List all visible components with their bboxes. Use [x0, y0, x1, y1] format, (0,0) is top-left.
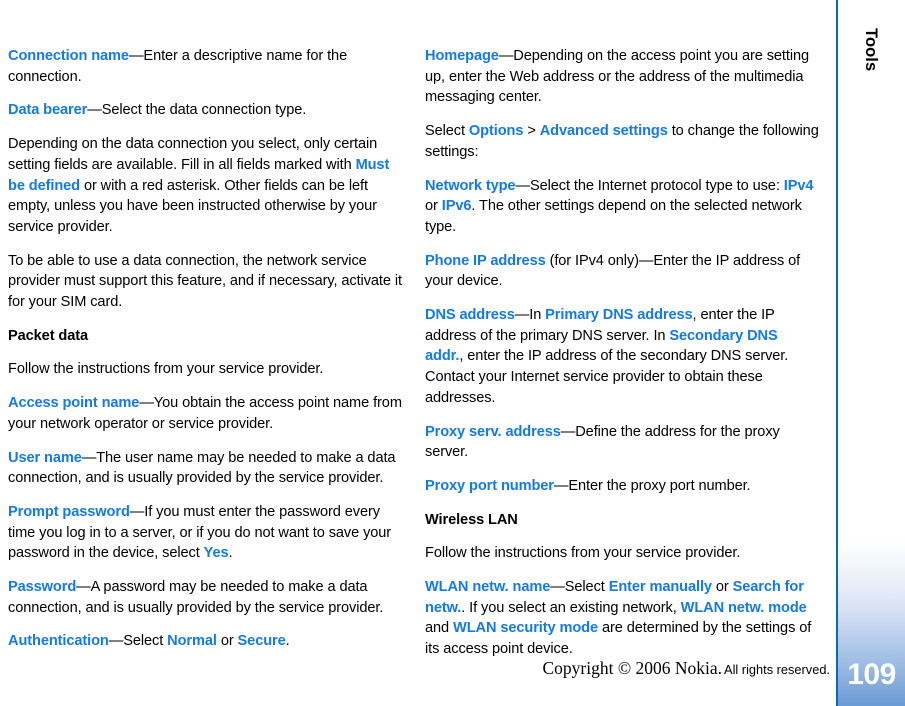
- heading-packet-data: Packet data: [8, 327, 89, 344]
- ui-term-reference: Advanced settings: [539, 123, 668, 140]
- paragraph-network-type: Network type—Select the Internet protoco…: [425, 177, 814, 235]
- ui-term-reference: User name: [8, 449, 82, 466]
- ui-term-reference: Proxy port number: [425, 477, 554, 494]
- ui-term-reference: Secondary DNS addr.: [425, 327, 778, 365]
- manual-page: Connection name—Enter a descriptive name…: [0, 0, 905, 706]
- paragraph-follow-instructions-wlan: Follow the instructions from your servic…: [425, 545, 741, 562]
- paragraph-access-point-name: Access point name—You obtain the access …: [8, 395, 402, 432]
- ui-term-reference: Password: [8, 579, 77, 596]
- ui-term-reference: Prompt password: [8, 503, 130, 520]
- ui-term-reference: Must be defined: [8, 156, 390, 194]
- paragraph-select-options-advanced-settings: Select Options > Advanced settings to ch…: [425, 123, 819, 160]
- ui-term-reference: Secure: [237, 633, 286, 650]
- page-number: 109: [847, 658, 896, 691]
- text-column-left: Connection name—Enter a descriptive name…: [8, 46, 402, 652]
- copyright-notice: Copyright © 2006 Nokia.: [542, 658, 723, 678]
- ui-term-reference: Primary DNS address: [545, 307, 693, 324]
- paragraph-network-service-provider-support: To be able to use a data connection, the…: [8, 252, 402, 311]
- chapter-label: Tools: [836, 0, 905, 160]
- paragraph-password: Password—A password may be needed to mak…: [8, 579, 384, 616]
- paragraph-proxy-port-number: Proxy port number—Enter the proxy port n…: [425, 477, 751, 494]
- paragraph-connection-name: Connection name—Enter a descriptive name…: [8, 48, 348, 85]
- ui-term-reference: Enter manually: [608, 579, 712, 596]
- ui-term-reference: WLAN netw. name: [425, 579, 551, 596]
- paragraph-depending-on-data-connection: Depending on the data connection you sel…: [8, 136, 390, 235]
- paragraph-prompt-password: Prompt password—If you must enter the pa…: [8, 503, 392, 562]
- paragraph-dns-address: DNS address—In Primary DNS address, ente…: [425, 307, 789, 406]
- paragraph-homepage: Homepage—Depending on the access point y…: [425, 48, 809, 106]
- content-area: Connection name—Enter a descriptive name…: [0, 46, 836, 657]
- paragraph-follow-instructions-packet-data: Follow the instructions from your servic…: [8, 361, 324, 378]
- ui-term-reference: WLAN netw. mode: [680, 599, 807, 616]
- paragraph-phone-ip-address: Phone IP address (for IPv4 only)—Enter t…: [425, 252, 801, 290]
- ui-term-reference: WLAN security mode: [453, 620, 598, 637]
- paragraph-authentication: Authentication—Select Normal or Secure.: [8, 633, 290, 650]
- text-column-right: Homepage—Depending on the access point y…: [425, 46, 819, 660]
- page-footer: Copyright © 2006 Nokia. All rights reserv…: [0, 658, 830, 682]
- ui-term-reference: Normal: [167, 633, 217, 650]
- ui-term-reference: Connection name: [8, 48, 129, 64]
- rights-reserved-notice: All rights reserved.: [724, 662, 830, 677]
- ui-term-reference: IPv4: [783, 177, 814, 194]
- paragraph-data-bearer: Data bearer—Select the data connection t…: [8, 102, 307, 119]
- ui-term-reference: Homepage: [425, 48, 499, 64]
- ui-term-reference: DNS address: [425, 307, 515, 324]
- ui-term-reference: Phone IP address: [425, 252, 546, 269]
- ui-term-reference: Network type: [425, 177, 516, 194]
- chapter-label-text: Tools: [862, 28, 880, 72]
- paragraph-proxy-serv-address: Proxy serv. address—Define the address f…: [425, 423, 780, 461]
- ui-term-reference: IPv6: [441, 198, 472, 215]
- ui-term-reference: Data bearer: [8, 102, 88, 119]
- heading-wireless-lan: Wireless LAN: [425, 511, 518, 528]
- ui-term-reference: Authentication: [8, 633, 109, 650]
- ui-term-reference: Yes: [203, 545, 229, 562]
- chapter-tab-sidebar: Tools 109: [836, 0, 905, 706]
- ui-term-reference: Options: [468, 123, 524, 140]
- ui-term-reference: Proxy serv. address: [425, 423, 561, 440]
- ui-term-reference: Access point name: [8, 395, 140, 412]
- paragraph-user-name: User name—The user name may be needed to…: [8, 449, 396, 487]
- paragraph-wlan-netw-name: WLAN netw. name—Select Enter manually or…: [425, 579, 812, 658]
